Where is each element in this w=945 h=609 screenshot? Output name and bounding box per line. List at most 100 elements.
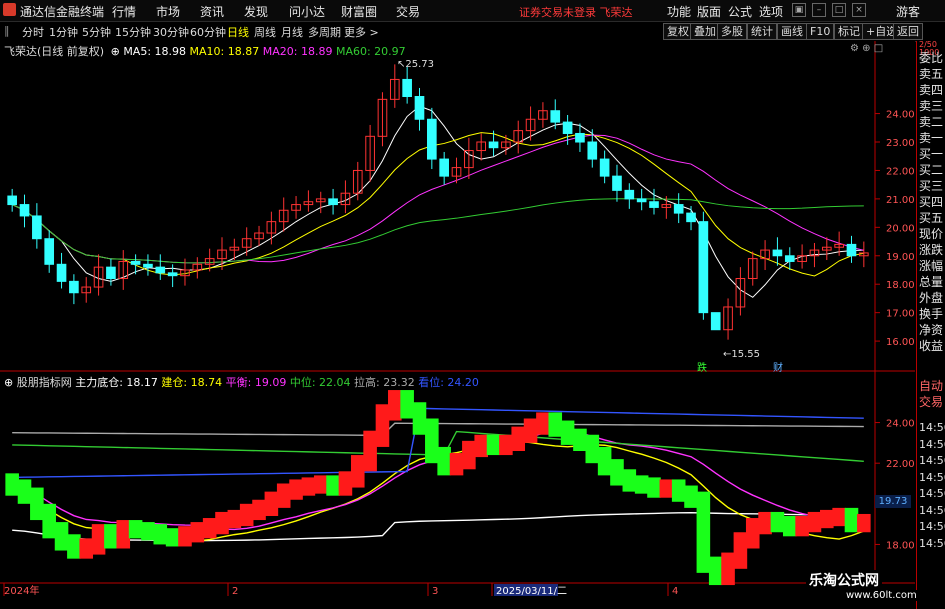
indicator-box [289,479,303,500]
menu-item-trade[interactable]: 交易 [396,3,420,20]
indicator-box [412,402,427,435]
menu-item-wealth[interactable]: 财富圈 [341,3,377,20]
period-tab-15min[interactable]: 15分钟 [115,24,151,40]
marker-fall[interactable]: 跌 [697,359,707,374]
indicator-toggle-icon[interactable]: ⊕ [4,376,13,389]
indicator-box [634,475,649,494]
menu-item-discover[interactable]: 发现 [244,3,268,20]
skin-icon[interactable]: ▣ [792,3,806,17]
sidebar-time: 14:56 [919,470,945,484]
back-button[interactable]: 返回 [893,23,923,40]
sidebar-item[interactable]: 换手 [919,305,943,322]
panel-controls[interactable]: ⚙ ⊕ □ [850,43,883,54]
indicator-box [400,390,414,419]
overlay-button[interactable]: 叠加 [690,23,720,40]
indicator-box [696,491,711,573]
indicator-box [425,418,439,464]
indicator-box [671,479,686,502]
sidebar-item[interactable]: 收益 [919,337,943,354]
menu-item-ask[interactable]: 问小达 [289,3,325,20]
indicator-box [659,479,674,498]
indicator-tick-label: 22.00 [886,459,915,470]
menu-item-news[interactable]: 资讯 [200,3,224,20]
sidebar-item[interactable]: 买一 [919,145,943,162]
indicator-box [17,479,32,504]
sidebar-item[interactable]: 净资 [919,321,943,338]
indicator-box [708,556,723,586]
f10-button[interactable]: F10 [806,23,835,40]
indicator-box [437,446,451,476]
indicator-current-price: 19.73 [875,495,911,508]
sidebar-item[interactable]: 卖二 [919,113,943,130]
guest-user[interactable]: 游客 [896,3,920,20]
login-notice[interactable]: 证券交易未登录 飞荣达 [519,4,633,20]
indicator-box [116,520,131,549]
menu-item-markets[interactable]: 市场 [156,3,180,20]
sidebar-item[interactable]: 交易 [919,393,943,410]
indicator-box [350,455,365,488]
y-tick-label: 21.00 [886,195,915,206]
indicator-box [449,453,464,476]
sidebar-item[interactable]: 外盘 [919,289,943,306]
period-tab-1min[interactable]: 1分钟 [49,24,78,40]
minimize-icon[interactable]: – [812,3,826,17]
watermark-title: 乐淘公式网 [806,570,882,590]
period-tab-timeshare[interactable]: 分时 [22,24,44,40]
sidebar-item[interactable]: 买四 [919,193,943,210]
menu-item-function[interactable]: 功能 [667,3,691,20]
indicator-box [536,412,550,435]
sidebar-item[interactable]: 买二 [919,161,943,178]
x-tick-label: 2025/03/11/二 [496,586,567,596]
indicator-box [313,475,328,494]
menu-item-market[interactable]: 行情 [112,3,136,20]
sidebar-item[interactable]: 自动 [919,377,943,394]
watermark-url: www.60lt.com [844,590,919,601]
period-tab-multi[interactable]: 多周期 [308,24,341,40]
indicator-box [511,426,526,451]
menu-bar: 通达信金融终端 行情 市场 资讯 发现 问小达 财富圈 交易 证券交易未登录 飞… [0,0,945,22]
adjust-button[interactable]: 复权 [663,23,693,40]
indicator-box [153,524,168,545]
indicator-tick-label: 18.00 [886,540,915,551]
indicator-box [178,526,192,547]
sidebar-item[interactable]: 买五 [919,209,943,226]
period-tab-60min[interactable]: 60分钟 [190,24,226,40]
sidebar-item[interactable]: 卖四 [919,81,943,98]
menu-item-options[interactable]: 选项 [759,3,783,20]
period-tab-5min[interactable]: 5分钟 [82,24,111,40]
indicator-box [276,483,291,508]
ind-base-value: 主力底仓: 18.17 [75,376,158,389]
sidebar-item[interactable]: 卖三 [919,97,943,114]
indicator-box [807,511,822,533]
maximize-icon[interactable]: □ [832,3,846,17]
indicator-box [857,513,871,533]
sidebar-item[interactable]: 现价 [919,225,943,242]
period-tab-more[interactable]: 更多 > [344,24,379,40]
ma-toggle-icon[interactable]: ⊕ [111,45,120,58]
menu-item-layout[interactable]: 版面 [697,3,721,20]
sidebar-item[interactable]: 买三 [919,177,943,194]
indicator-box [585,434,600,464]
ind-top-value: 看位: 24.20 [418,376,479,389]
sidebar-item[interactable]: 总量 [919,273,943,290]
sidebar-item[interactable]: 卖五 [919,65,943,82]
indicator-box [745,518,760,549]
sidebar-item[interactable]: 涨跌 [919,241,943,258]
indicator-box [91,524,106,555]
menu-item-formula[interactable]: 公式 [728,3,752,20]
draw-line-button[interactable]: 画线 [777,23,807,40]
mark-button[interactable]: 标记 [834,23,864,40]
multi-stock-button[interactable]: 多股 [717,23,747,40]
period-tab-daily[interactable]: 日线 [227,24,249,40]
sidebar-item[interactable]: 涨幅 [919,257,943,274]
marker-finance[interactable]: 财 [773,359,783,374]
indicator-box [622,469,637,492]
period-tab-monthly[interactable]: 月线 [281,24,303,40]
sidebar-item[interactable]: 委比 [919,49,943,66]
period-tab-30min[interactable]: 30分钟 [153,24,189,40]
sidebar-item[interactable]: 卖一 [919,129,943,146]
period-tab-weekly[interactable]: 周线 [254,24,276,40]
chart-area[interactable]: 24.00 23.00 22.00 21.00 20.00 19.00 18.00 17.00… [0,41,916,596]
stats-button[interactable]: 统计 [747,23,777,40]
close-icon[interactable]: × [852,3,866,17]
